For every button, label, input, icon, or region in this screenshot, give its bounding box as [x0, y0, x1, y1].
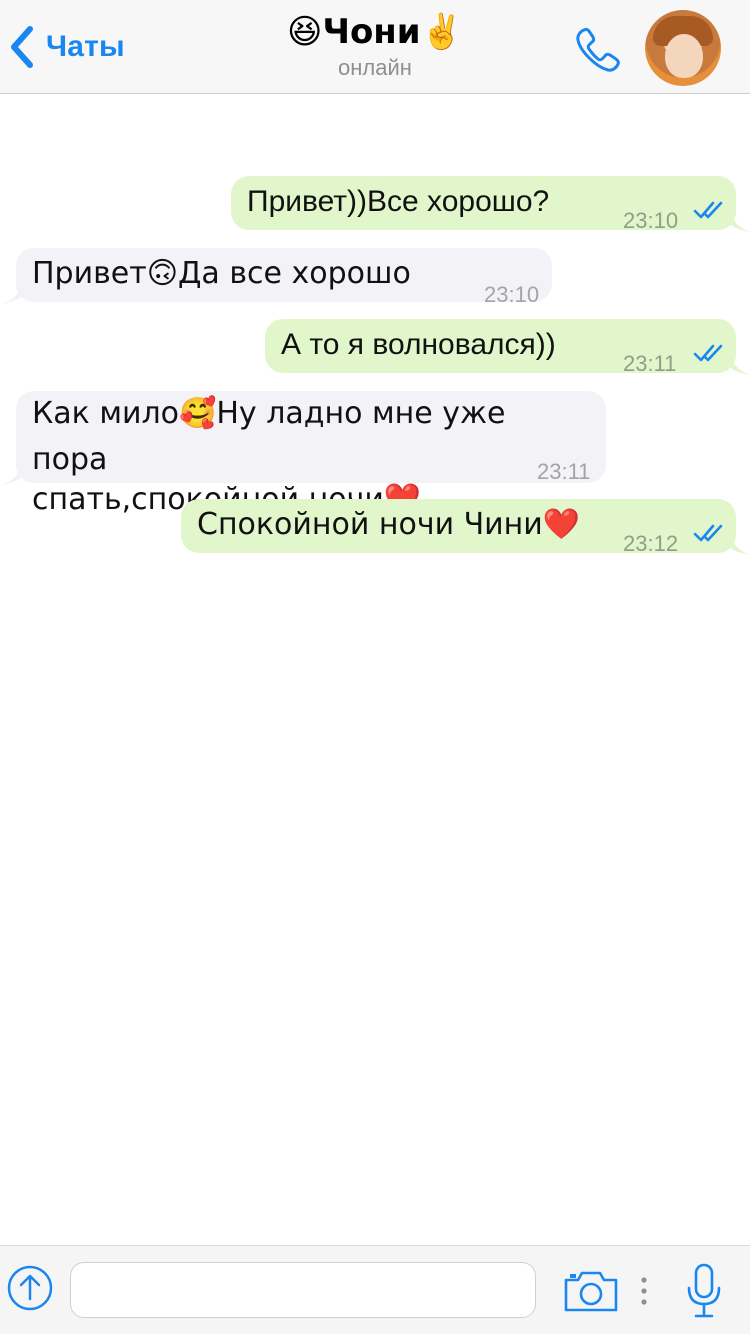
message-text-line: Как мило🥰Ну ладно мне уже пора — [32, 396, 506, 477]
contact-info[interactable]: 😆Чони✌️ онлайн — [200, 10, 550, 82]
back-label: Чаты — [46, 30, 125, 63]
message-time: 23:11 — [537, 459, 591, 484]
double-check-icon — [693, 344, 723, 362]
avatar[interactable] — [645, 10, 721, 86]
bubble-tail — [0, 463, 22, 485]
message-list[interactable]: Привет))Все хорошо? 23:10 Привет🙃Да все … — [0, 95, 750, 1245]
message-outgoing[interactable]: Спокойной ночи Чини❤️ 23:12 — [181, 499, 736, 556]
message-incoming[interactable]: Как мило🥰Ну ладно мне уже пора спать,спо… — [16, 391, 606, 517]
chevron-left-icon — [11, 26, 33, 68]
message-text: Спокойной ночи Чини❤️ — [197, 507, 581, 542]
camera-icon[interactable] — [562, 1268, 620, 1314]
message-time: 23:10 — [623, 208, 679, 233]
back-button[interactable]: Чаты — [8, 22, 125, 72]
contact-name: 😆Чони✌️ — [287, 12, 463, 52]
avatar-face — [665, 34, 703, 78]
message-outgoing[interactable]: Привет))Все хорошо? 23:10 — [231, 176, 736, 233]
message-input[interactable] — [70, 1262, 536, 1318]
bubble-tail — [0, 282, 22, 304]
microphone-icon[interactable] — [684, 1262, 724, 1320]
bubble-tail — [730, 353, 750, 375]
more-dots-icon[interactable] — [634, 1268, 654, 1314]
message-text: А то я волновался)) — [281, 328, 556, 361]
message-outgoing[interactable]: А то я волновался)) 23:11 — [265, 319, 736, 376]
message-text: Привет))Все хорошо? — [247, 185, 550, 218]
message-incoming[interactable]: Привет🙃Да все хорошо 23:10 — [16, 248, 552, 307]
bubble-tail — [730, 533, 750, 555]
double-check-icon — [693, 524, 723, 542]
message-input-bar — [0, 1245, 750, 1334]
message-time: 23:10 — [484, 282, 540, 307]
message-time: 23:11 — [623, 351, 677, 376]
chat-header: Чаты 😆Чони✌️ онлайн — [0, 0, 750, 94]
contact-status: онлайн — [338, 55, 412, 80]
bubble-tail — [730, 210, 750, 232]
phone-icon[interactable] — [572, 24, 624, 76]
message-time: 23:12 — [623, 531, 679, 556]
double-check-icon — [693, 201, 723, 219]
attach-arrow-up-icon[interactable] — [6, 1264, 54, 1312]
message-text: Привет🙃Да все хорошо — [32, 256, 411, 291]
